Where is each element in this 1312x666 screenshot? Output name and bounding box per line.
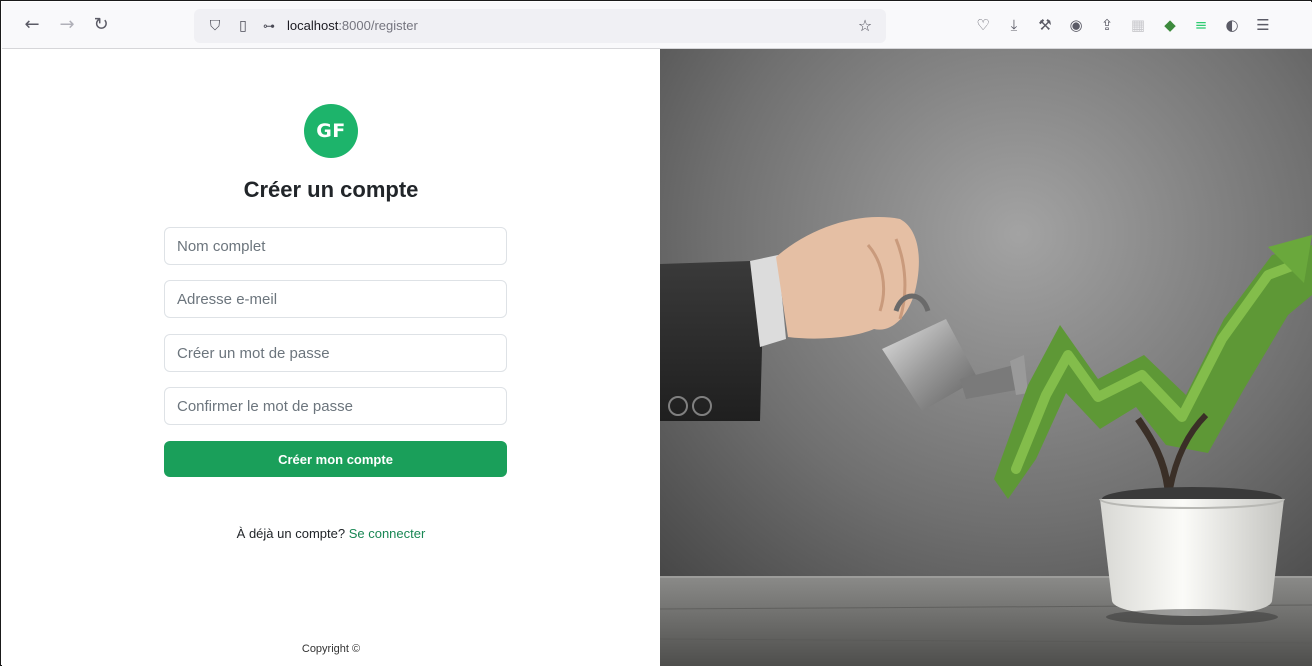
hero-illustration [660, 49, 1312, 666]
privacy-icon[interactable]: ◐ [1222, 15, 1242, 35]
page-title: Créer un compte [243, 177, 419, 202]
account-icon[interactable]: ◉ [1066, 15, 1086, 35]
back-arrow-icon[interactable]: ← [21, 14, 43, 36]
login-link[interactable]: Se connecter [349, 526, 426, 541]
url-bar[interactable]: ⛉ ▯ ⊶ localhost:8000/register ☆ [194, 9, 886, 43]
reload-icon[interactable]: ↻ [90, 14, 112, 36]
url-path: :8000/register [338, 18, 418, 33]
password-input[interactable] [164, 334, 507, 372]
menu-icon[interactable]: ☰ [1253, 15, 1273, 35]
flower-pot [1100, 499, 1284, 616]
fullname-input[interactable] [164, 227, 507, 265]
logo-badge: GF [304, 104, 358, 158]
pocket-icon[interactable]: ♡ [973, 15, 993, 35]
shield-icon[interactable]: ⛉ [206, 17, 224, 35]
create-account-button[interactable]: Créer mon compte [164, 441, 507, 477]
download-icon[interactable]: ⤓ [1004, 15, 1024, 35]
login-prompt: À déjà un compte? Se connecter [2, 526, 660, 541]
register-panel: GF Créer un compte Créer mon compte À dé… [2, 49, 660, 666]
browser-toolbar: ← → ↻ ⛉ ▯ ⊶ localhost:8000/register ☆ ♡ … [2, 2, 1312, 49]
gem-icon[interactable]: ◆ [1160, 15, 1180, 35]
url-text[interactable]: localhost:8000/register [287, 18, 418, 33]
bookmark-star-icon[interactable]: ☆ [856, 17, 874, 35]
permissions-icon[interactable]: ⊶ [260, 17, 278, 35]
share-icon[interactable]: ⇪ [1097, 15, 1117, 35]
forward-arrow-icon[interactable]: → [56, 14, 78, 36]
url-host: localhost [287, 18, 339, 33]
lines-icon[interactable]: ≡ [1191, 15, 1211, 35]
confirm-password-input[interactable] [164, 387, 507, 425]
page-icon[interactable]: ▯ [234, 17, 252, 35]
copyright: Copyright © [301, 643, 361, 655]
hero-image [660, 49, 1312, 666]
extension-icon[interactable]: ▦ [1128, 15, 1148, 35]
email-input[interactable] [164, 280, 507, 318]
browser-window: ← → ↻ ⛉ ▯ ⊶ localhost:8000/register ☆ ♡ … [0, 0, 1312, 666]
login-prompt-text: À déjà un compte? [236, 526, 346, 541]
wrench-icon[interactable]: ⚒ [1035, 15, 1055, 35]
